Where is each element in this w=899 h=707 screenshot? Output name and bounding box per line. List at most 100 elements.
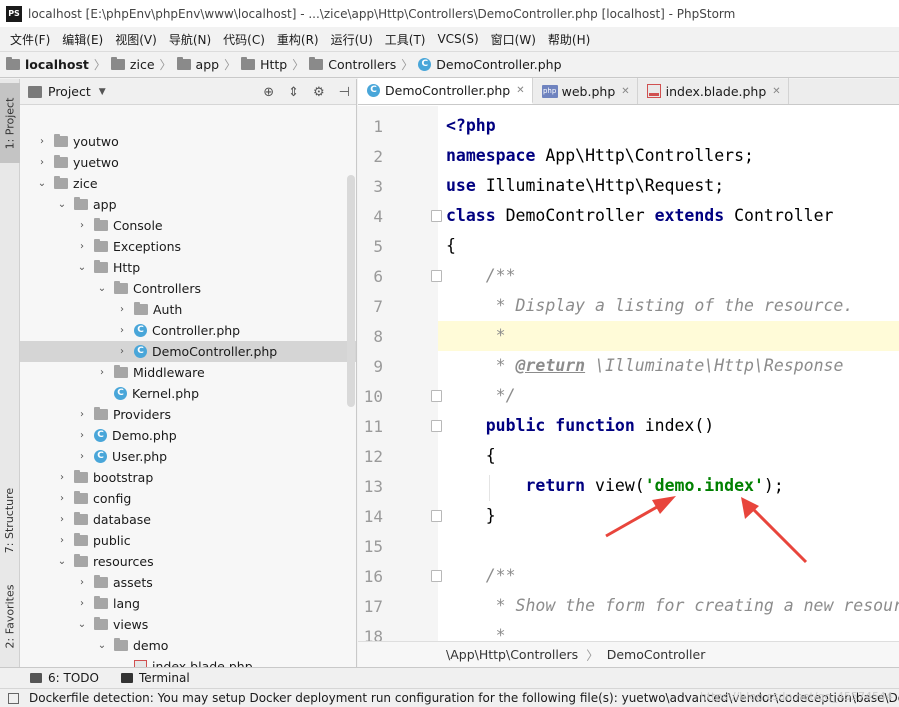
fold-marker-icon[interactable] — [431, 510, 442, 522]
line-number[interactable]: 2 — [358, 147, 383, 166]
chevron-right-icon[interactable]: › — [36, 157, 48, 168]
chevron-right-icon[interactable]: › — [56, 535, 68, 546]
line-number[interactable]: 8 — [358, 327, 383, 346]
line-number[interactable]: 10 — [358, 387, 383, 406]
tree-file[interactable]: › C DemoController.php — [20, 341, 356, 362]
menu-help[interactable]: 帮助(H) — [542, 31, 596, 48]
tree-folder[interactable]: ⌄ Http — [20, 257, 356, 278]
nav-crumb-file[interactable]: C DemoController.php — [418, 57, 562, 72]
tab-index-blade[interactable]: index.blade.php ✕ — [638, 78, 789, 104]
tree-folder[interactable]: › Providers — [20, 404, 356, 425]
line-number[interactable]: 4 — [358, 207, 383, 226]
code-line[interactable]: class DemoController extends Controller — [446, 201, 833, 231]
tree-file[interactable]: › C User.php — [20, 446, 356, 467]
line-number[interactable]: 14 — [358, 507, 383, 526]
collapse-all-icon[interactable]: ⇕ — [288, 85, 299, 100]
chevron-right-icon[interactable]: › — [96, 367, 108, 378]
code-line[interactable]: * — [446, 321, 506, 351]
chevron-right-icon[interactable]: › — [76, 598, 88, 609]
close-icon[interactable]: ✕ — [516, 85, 524, 96]
tree-folder[interactable]: › bootstrap — [20, 467, 356, 488]
code-line[interactable]: { — [446, 231, 456, 261]
chevron-right-icon[interactable]: › — [116, 346, 128, 357]
tool-tab-project[interactable]: 1: Project — [0, 83, 20, 163]
code-line[interactable]: * @return \Illuminate\Http\Response — [446, 351, 844, 381]
locate-target-icon[interactable]: ⊕ — [263, 85, 274, 100]
nav-crumb-http[interactable]: Http — [241, 57, 287, 72]
tool-tab-structure[interactable]: 7: Structure — [0, 477, 20, 563]
tree-folder[interactable]: › assets — [20, 572, 356, 593]
chevron-right-icon[interactable]: › — [36, 136, 48, 147]
tree-folder[interactable]: › youtwo — [20, 131, 356, 152]
tree-folder[interactable]: ⌄ Controllers — [20, 278, 356, 299]
line-number[interactable]: 17 — [358, 597, 383, 616]
code-line[interactable]: return view('demo.index'); — [446, 471, 783, 501]
line-number[interactable]: 12 — [358, 447, 383, 466]
tree-folder[interactable]: › Console — [20, 215, 356, 236]
code-line[interactable]: */ — [446, 381, 516, 411]
code-line[interactable]: <?php — [446, 111, 496, 141]
tree-folder[interactable]: › config — [20, 488, 356, 509]
code-line[interactable]: /** — [446, 261, 516, 291]
tool-tab-todo[interactable]: 6: TODO — [30, 671, 99, 685]
code-line[interactable]: } — [446, 501, 496, 531]
tab-democontroller[interactable]: C DemoController.php ✕ — [358, 78, 533, 104]
chevron-right-icon[interactable]: › — [76, 577, 88, 588]
menu-window[interactable]: 窗口(W) — [485, 31, 542, 48]
line-number-gutter[interactable]: 1 2 3 4 5 6 7 8 9 10 11 12 13 14 15 16 17 18 — [358, 106, 442, 651]
tree-folder[interactable]: ⌄ app — [20, 194, 356, 215]
tree-folder[interactable]: › database — [20, 509, 356, 530]
editor-crumb-class[interactable]: DemoController — [607, 647, 706, 662]
project-scrollbar[interactable] — [347, 175, 355, 407]
code-line[interactable]: * Display a listing of the resource. — [446, 291, 854, 321]
close-icon[interactable]: ✕ — [621, 86, 629, 97]
fold-marker-icon[interactable] — [431, 270, 442, 282]
chevron-right-icon[interactable]: › — [56, 472, 68, 483]
tree-file[interactable]: › C Controller.php — [20, 320, 356, 341]
chevron-down-icon[interactable]: ⌄ — [96, 283, 108, 294]
gear-icon[interactable]: ⚙ — [313, 85, 325, 100]
fold-marker-icon[interactable] — [431, 210, 442, 222]
tree-folder[interactable]: ⌄ resources — [20, 551, 356, 572]
line-number[interactable]: 1 — [358, 117, 383, 136]
tree-folder[interactable]: › public — [20, 530, 356, 551]
menu-refactor[interactable]: 重构(R) — [271, 31, 325, 48]
tree-folder[interactable]: ⌄ views — [20, 614, 356, 635]
chevron-right-icon[interactable]: › — [76, 220, 88, 231]
tree-folder[interactable]: › Exceptions — [20, 236, 356, 257]
close-icon[interactable]: ✕ — [772, 86, 780, 97]
line-number[interactable]: 15 — [358, 537, 383, 556]
tree-folder[interactable]: › yuetwo — [20, 152, 356, 173]
menu-run[interactable]: 运行(U) — [325, 31, 379, 48]
chevron-down-icon[interactable]: ⌄ — [76, 262, 88, 273]
menu-navigate[interactable]: 导航(N) — [163, 31, 217, 48]
chevron-right-icon[interactable]: › — [76, 430, 88, 441]
tree-file[interactable]: index.blade.php — [20, 656, 356, 667]
tool-tab-favorites[interactable]: 2: Favorites — [0, 574, 20, 658]
line-number[interactable]: 16 — [358, 567, 383, 586]
nav-crumb-zice[interactable]: zice — [110, 57, 155, 72]
code-line[interactable]: use Illuminate\Http\Request; — [446, 171, 724, 201]
hide-panel-icon[interactable]: ⊣ — [339, 85, 350, 100]
chevron-down-icon[interactable]: ⌄ — [76, 619, 88, 630]
tab-web-php[interactable]: php web.php ✕ — [533, 78, 638, 104]
chevron-down-icon[interactable]: ⌄ — [56, 556, 68, 567]
line-number[interactable]: 7 — [358, 297, 383, 316]
chevron-right-icon[interactable]: › — [116, 325, 128, 336]
chevron-right-icon[interactable]: › — [56, 514, 68, 525]
tree-file[interactable]: › C Demo.php — [20, 425, 356, 446]
chevron-down-icon[interactable]: ▼ — [99, 87, 106, 97]
tree-folder[interactable]: ⌄ zice — [20, 173, 356, 194]
chevron-right-icon[interactable]: › — [76, 241, 88, 252]
line-number[interactable]: 6 — [358, 267, 383, 286]
code-area[interactable]: <?php namespace App\Http\Controllers; use … — [446, 106, 899, 651]
line-number[interactable]: 5 — [358, 237, 383, 256]
fold-marker-icon[interactable] — [431, 420, 442, 432]
menu-edit[interactable]: 编辑(E) — [56, 31, 109, 48]
chevron-right-icon[interactable]: › — [56, 493, 68, 504]
nav-crumb-localhost[interactable]: localhost — [6, 57, 89, 72]
code-line[interactable]: /** — [446, 561, 516, 591]
tree-folder[interactable]: ⌄ demo — [20, 635, 356, 656]
project-panel-title[interactable]: Project — [48, 84, 91, 99]
nav-crumb-app[interactable]: app — [176, 57, 219, 72]
